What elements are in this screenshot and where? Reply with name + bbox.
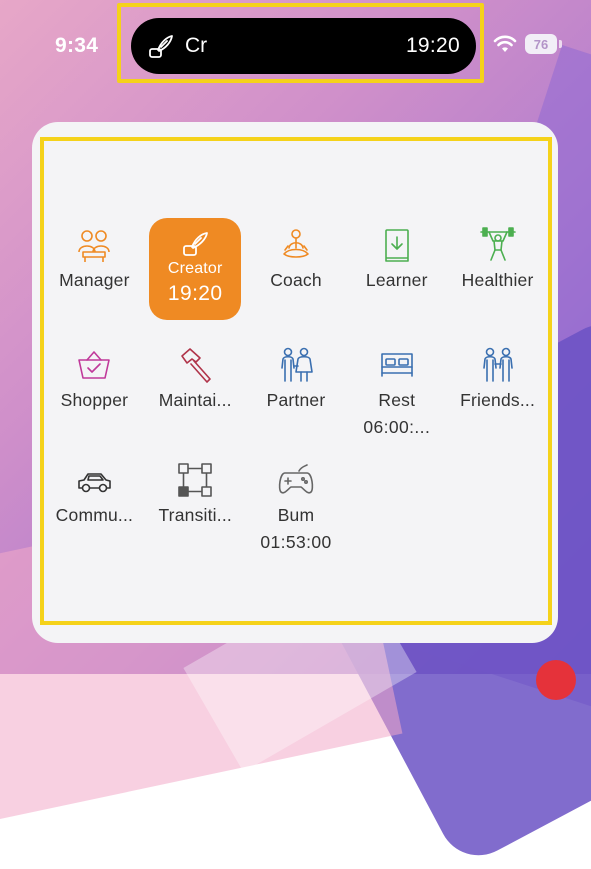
activity-label: Manager bbox=[59, 270, 130, 290]
book-download-icon bbox=[384, 229, 409, 262]
activity-learner[interactable]: Learner bbox=[346, 212, 447, 332]
activity-timer: 01:53:00 bbox=[260, 532, 332, 552]
activity-bum[interactable]: Bum 01:53:00 bbox=[246, 447, 347, 562]
activity-maintainer[interactable]: Maintai... bbox=[145, 332, 246, 447]
status-time: 9:34 bbox=[55, 34, 99, 57]
activity-label: Shopper bbox=[60, 390, 129, 410]
activity-manager[interactable]: Manager bbox=[44, 212, 145, 332]
activity-label: Maintai... bbox=[158, 390, 232, 410]
car-icon bbox=[78, 473, 112, 493]
weightlifter-icon bbox=[479, 227, 516, 261]
couple-icon bbox=[281, 347, 313, 382]
activity-label: Rest bbox=[378, 390, 416, 410]
activity-label: Creator bbox=[167, 260, 223, 277]
activity-label: Partner bbox=[266, 390, 326, 410]
activity-timer: 19:20 bbox=[167, 282, 223, 305]
meditation-icon bbox=[283, 229, 309, 258]
activity-creator[interactable]: Creator 19:20 bbox=[145, 212, 246, 332]
wifi-icon bbox=[493, 35, 517, 52]
activity-healthier[interactable]: Healthier bbox=[447, 212, 548, 332]
quill-pen-icon bbox=[183, 232, 209, 256]
activity-label: Transiti... bbox=[158, 505, 232, 525]
activity-label: Commu... bbox=[55, 505, 134, 525]
activity-label: Bum bbox=[277, 505, 315, 525]
notification-badge bbox=[536, 660, 576, 700]
friends-icon bbox=[482, 347, 513, 382]
activity-timer: 06:00:... bbox=[363, 417, 431, 437]
gamepad-icon bbox=[278, 464, 314, 494]
activity-shopper[interactable]: Shopper bbox=[44, 332, 145, 447]
activity-grid: Manager Creator 19:20 Coach Learner Heal… bbox=[44, 212, 548, 562]
shopping-basket-icon bbox=[78, 351, 111, 379]
battery-tip bbox=[559, 40, 562, 48]
activity-partner[interactable]: Partner bbox=[246, 332, 347, 447]
activity-transition[interactable]: Transiti... bbox=[145, 447, 246, 562]
activity-coach[interactable]: Coach bbox=[246, 212, 347, 332]
island-highlight-outline bbox=[117, 3, 484, 83]
hammer-icon bbox=[181, 348, 211, 383]
people-meeting-icon bbox=[78, 230, 111, 262]
activity-label: Friends... bbox=[460, 390, 536, 410]
activity-label: Coach bbox=[270, 270, 322, 290]
flowchart-icon bbox=[178, 463, 212, 497]
activity-friends[interactable]: Friends... bbox=[447, 332, 548, 447]
activity-label: Learner bbox=[365, 270, 428, 290]
activity-commute[interactable]: Commu... bbox=[44, 447, 145, 562]
battery-indicator: 76 bbox=[525, 34, 557, 54]
activity-rest[interactable]: Rest 06:00:... bbox=[346, 332, 447, 447]
activity-label: Healthier bbox=[461, 270, 534, 290]
bed-icon bbox=[380, 353, 413, 377]
